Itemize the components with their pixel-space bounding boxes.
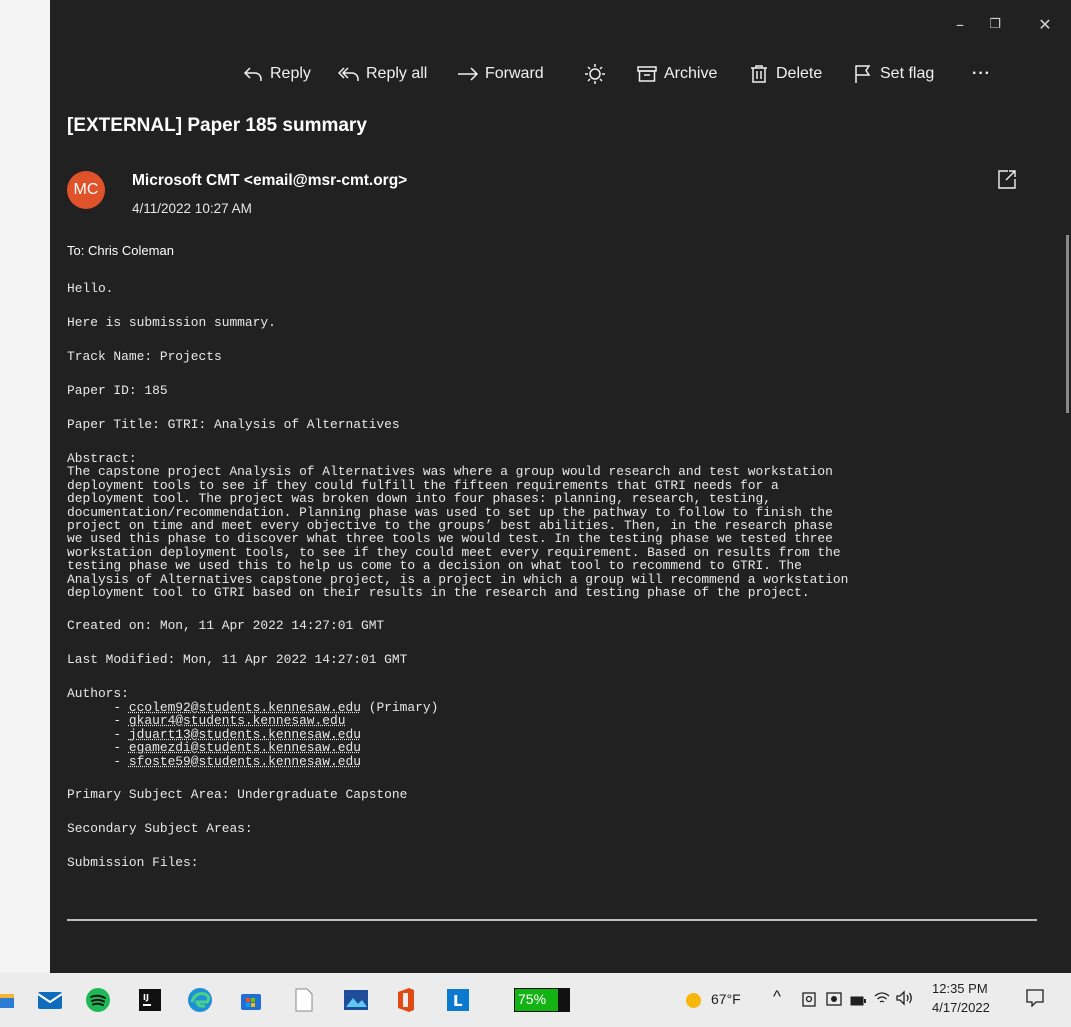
reply-all-icon <box>338 63 360 85</box>
chevron-up-icon[interactable]: ^ <box>773 987 781 1007</box>
open-in-new-window-icon[interactable] <box>996 168 1018 190</box>
track-name: Track Name: Projects <box>67 349 222 364</box>
restore-button[interactable]: ❐ <box>980 10 1010 38</box>
submission-files: Submission Files: <box>67 854 199 870</box>
tray-app-icon[interactable] <box>802 991 816 1010</box>
background-window-edge <box>0 0 50 973</box>
clock-date: 4/17/2022 <box>932 1000 990 1015</box>
mail-reading-window: – ❐ ✕ Reply Reply all Forward Archive De… <box>50 0 1071 973</box>
email-subject: [EXTERNAL] Paper 185 summary <box>67 115 367 136</box>
tray-sync-icon[interactable] <box>826 991 842 1010</box>
authors-label: Authors: <box>67 686 129 702</box>
reply-button[interactable]: Reply <box>242 58 311 90</box>
minimize-button[interactable]: – <box>945 10 975 38</box>
more-options-button[interactable]: ··· <box>972 58 991 90</box>
trash-icon <box>748 63 770 85</box>
paper-title: Paper Title: GTRI: Analysis of Alternati… <box>67 417 400 432</box>
author-item: - ccolem92@students.kennesaw.edu (Primar… <box>67 699 439 715</box>
spotify-icon[interactable] <box>83 985 113 1015</box>
author-item: - sfoste59@students.kennesaw.edu <box>67 753 361 769</box>
volume-icon[interactable] <box>896 990 914 1009</box>
delete-button[interactable]: Delete <box>748 58 822 90</box>
document-icon[interactable] <box>289 985 319 1015</box>
jetbrains-icon[interactable]: IJ <box>135 985 165 1015</box>
sender-avatar: MC <box>67 171 105 209</box>
notification-center-icon[interactable] <box>1026 989 1044 1010</box>
svg-text:L: L <box>453 992 463 1010</box>
archive-icon <box>636 63 658 85</box>
wifi-icon[interactable] <box>874 991 890 1008</box>
clock-time: 12:35 PM <box>932 981 988 996</box>
recipient-line: To: Chris Coleman <box>67 243 174 258</box>
author-email-link[interactable]: sfoste59@students.kennesaw.edu <box>129 754 361 769</box>
file-explorer-icon[interactable] <box>0 985 16 1015</box>
sun-icon <box>584 63 606 85</box>
horizontal-scrollbar[interactable] <box>67 919 1037 921</box>
modified-date: Last Modified: Mon, 11 Apr 2022 14:27:01… <box>67 652 408 668</box>
weather-sun-icon <box>686 993 701 1008</box>
author-item: - jduart13@students.kennesaw.edu <box>67 726 361 742</box>
sender-name[interactable]: Microsoft CMT <email@msr-cmt.org> <box>132 172 407 190</box>
flag-icon <box>852 63 874 85</box>
reply-all-button[interactable]: Reply all <box>338 58 427 90</box>
paper-id: Paper ID: 185 <box>67 383 168 398</box>
microsoft-store-icon[interactable] <box>236 985 266 1015</box>
battery-meter[interactable]: 75% <box>514 988 570 1012</box>
taskbar: IJ L 75% 67°F ^ 12:35 PM 4/17/2022 <box>0 973 1071 1027</box>
email-body: Hello. Here is submission summary. Track… <box>67 282 1062 890</box>
theme-toggle-button[interactable] <box>584 58 612 90</box>
set-flag-button[interactable]: Set flag <box>852 58 934 90</box>
message-toolbar: Reply Reply all Forward Archive Delete S… <box>50 50 1050 98</box>
archive-button[interactable]: Archive <box>636 58 717 90</box>
author-item: - egamezdi@students.kennesaw.edu <box>67 740 361 756</box>
scrollbar-thumb[interactable] <box>1066 235 1069 413</box>
abstract-label: Abstract: <box>67 451 137 466</box>
author-item: - gkaur4@students.kennesaw.edu <box>67 713 346 729</box>
battery-status-icon[interactable] <box>850 994 866 1009</box>
office-icon[interactable] <box>391 985 421 1015</box>
abstract-text: The capstone project Analysis of Alterna… <box>67 464 849 601</box>
weather-temperature[interactable]: 67°F <box>711 991 741 1007</box>
clock[interactable]: 12:35 PM 4/17/2022 <box>932 979 990 1017</box>
primary-subject-area: Primary Subject Area: Undergraduate Caps… <box>67 786 408 802</box>
authors-section: Authors: - ccolem92@students.kennesaw.ed… <box>67 686 1062 769</box>
abstract-section: Abstract: The capstone project Analysis … <box>67 451 1062 601</box>
close-button[interactable]: ✕ <box>1030 10 1060 38</box>
title-bar: – ❐ ✕ <box>50 0 1071 48</box>
photos-icon[interactable] <box>341 985 371 1015</box>
sent-date: 4/11/2022 10:27 AM <box>132 201 252 216</box>
l-app-icon[interactable]: L <box>443 985 473 1015</box>
intro-text: Here is submission summary. <box>67 315 276 330</box>
battery-percent: 75% <box>518 991 547 1007</box>
secondary-subject-areas: Secondary Subject Areas: <box>67 820 253 836</box>
edge-browser-icon[interactable] <box>185 985 215 1015</box>
forward-button[interactable]: Forward <box>457 58 544 90</box>
created-date: Created on: Mon, 11 Apr 2022 14:27:01 GM… <box>67 618 385 634</box>
reply-icon <box>242 63 264 85</box>
svg-text:IJ: IJ <box>143 993 149 1002</box>
forward-arrow-icon <box>457 63 479 85</box>
greeting: Hello. <box>67 281 114 296</box>
mail-icon[interactable] <box>35 985 65 1015</box>
